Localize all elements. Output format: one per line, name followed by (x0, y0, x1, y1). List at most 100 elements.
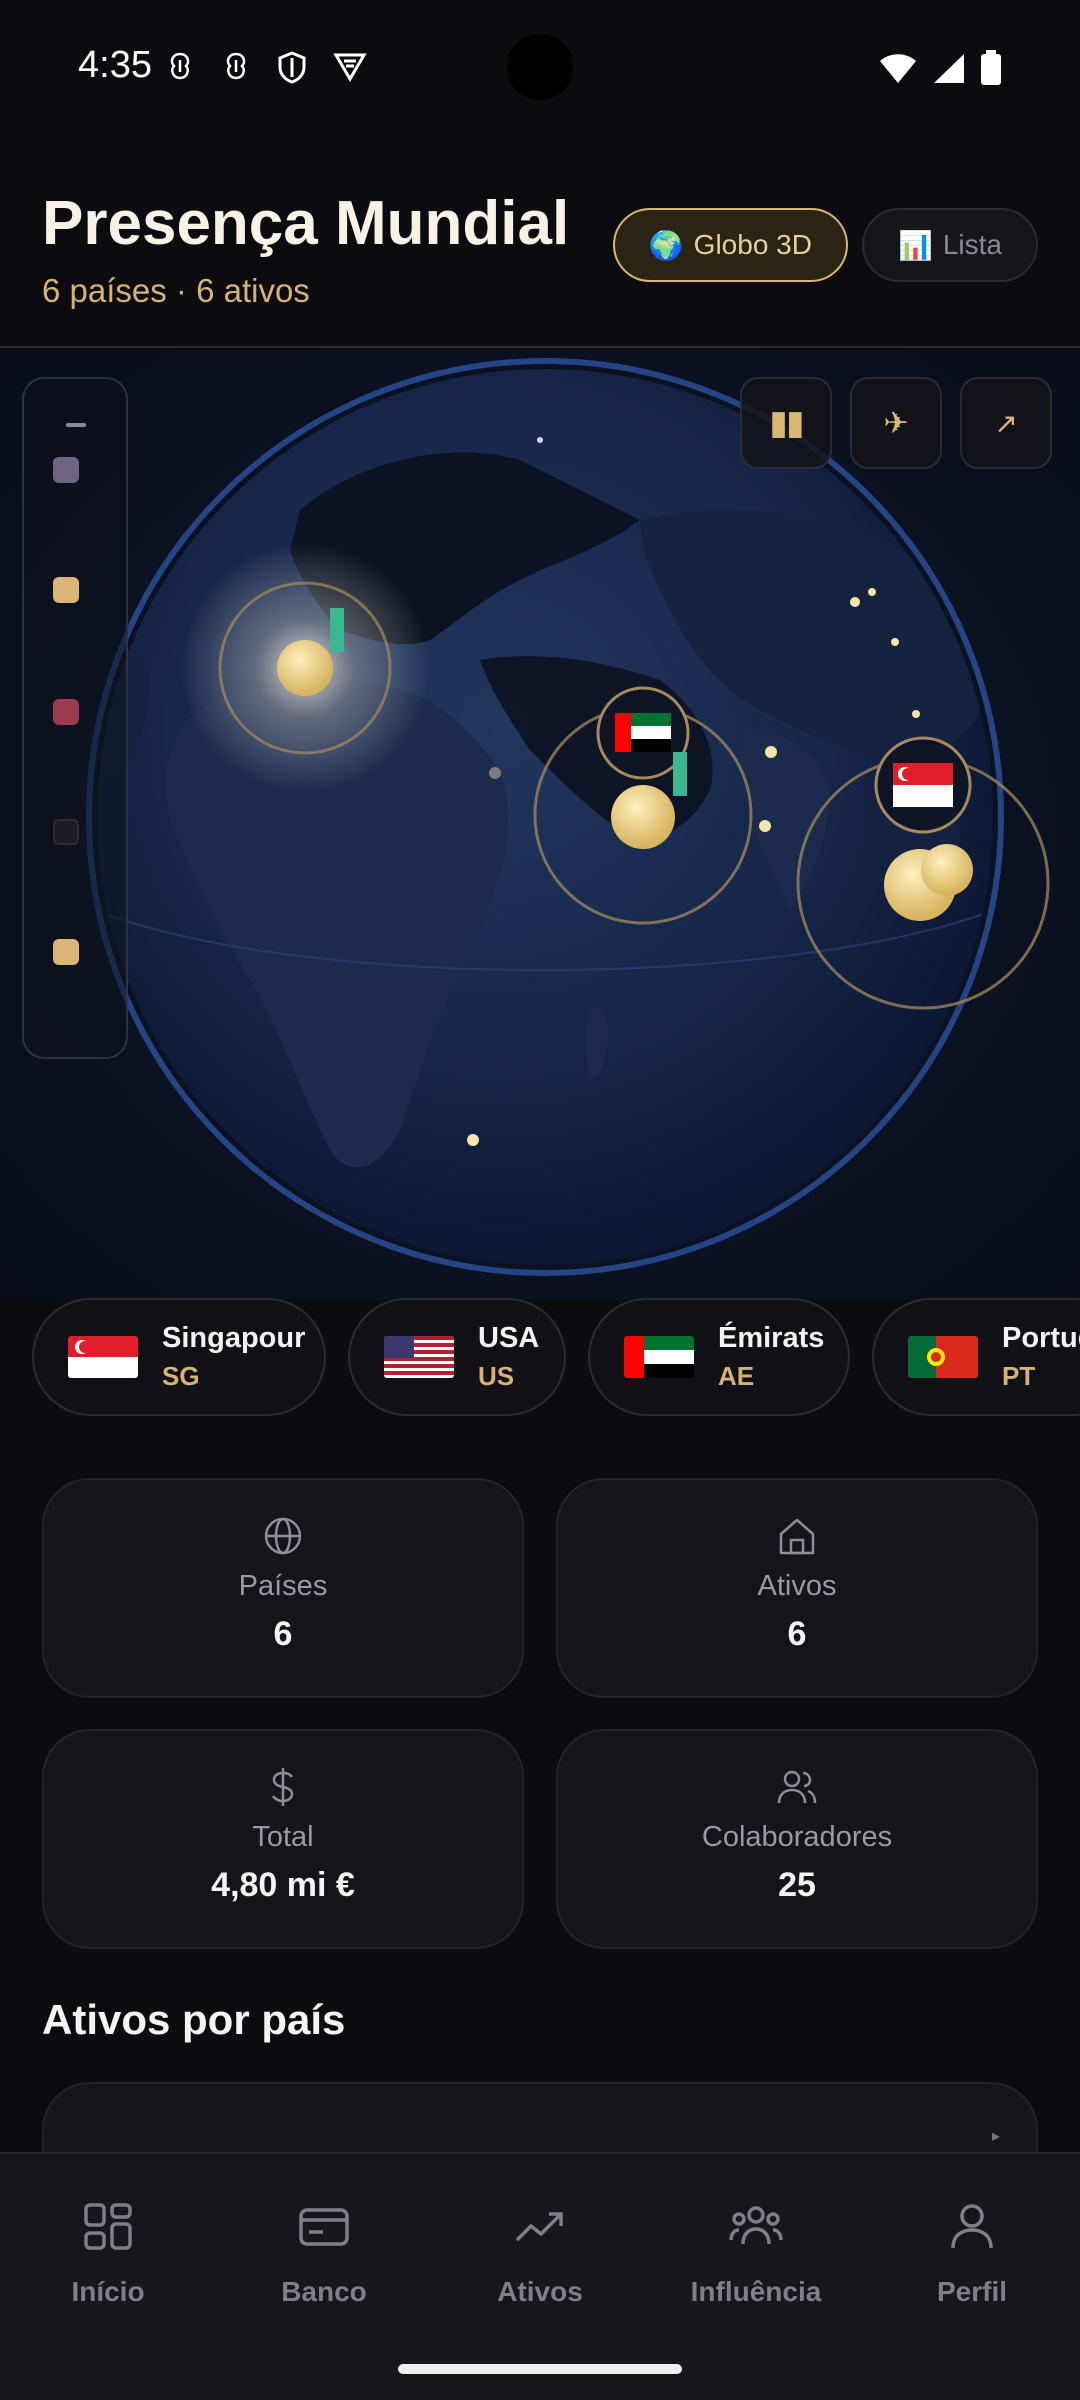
wifi-icon (878, 52, 918, 89)
country-chip-sg[interactable]: Singapour SG (32, 1298, 326, 1416)
people-icon (729, 2206, 783, 2245)
chip-country-code: AE (718, 1361, 755, 1391)
flights-button[interactable]: ✈ (850, 377, 942, 469)
country-chip-pt[interactable]: Portugal PT (872, 1298, 1080, 1416)
city-light (891, 638, 899, 646)
country-chip-ae[interactable]: Émirats AE (588, 1298, 850, 1416)
battery-icon (980, 50, 1002, 91)
ae-flag-icon (624, 1336, 694, 1378)
dollar-icon (271, 1768, 294, 1806)
country-chip-us[interactable]: USA US (348, 1298, 566, 1416)
city-light (850, 597, 860, 607)
marker-bar (330, 608, 344, 652)
plane-icon: ✈ (883, 406, 909, 440)
marker-ball (611, 785, 675, 849)
stat-card-total[interactable]: Total 4,80 mi € (42, 1729, 524, 1949)
nav-item-banco[interactable]: Banco (224, 2200, 424, 2308)
stat-card-assets[interactable]: Ativos 6 (556, 1478, 1038, 1698)
pause-icon: ▮▮ (769, 404, 804, 442)
globe-view[interactable]: ▮▮ ✈ ↗ (0, 350, 1080, 1300)
list-button[interactable]: 📊 Lista (861, 208, 1038, 282)
marker-portugal[interactable] (180, 543, 430, 793)
city-light (537, 437, 543, 443)
list-label: Lista (942, 229, 1002, 260)
status-system-icons (878, 50, 1002, 91)
home-indicator[interactable] (398, 2364, 682, 2374)
city-light (759, 820, 771, 832)
bar-chart-icon: 📊 (897, 229, 933, 261)
nav-item-ativos[interactable]: Ativos (440, 2200, 640, 2308)
legend-panel[interactable] (22, 377, 128, 1059)
stat-value: 25 (778, 1866, 816, 1904)
legend-color-swatch[interactable] (53, 577, 79, 603)
users-icon (777, 1770, 817, 1804)
stat-value: 6 (273, 1615, 293, 1653)
chip-country-name: USA (478, 1322, 540, 1354)
bottom-nav: Início Banco Ativos Influência Perfil (0, 2152, 1080, 2400)
city-light (489, 767, 501, 779)
expand-button[interactable]: ↗ (960, 377, 1052, 469)
city-light (912, 710, 920, 718)
nav-label: Início (71, 2276, 145, 2307)
us-flag-icon (384, 1336, 454, 1378)
nav-label: Banco (281, 2276, 367, 2307)
stat-card-countries[interactable]: Países 6 (42, 1478, 524, 1698)
legend-color-swatch[interactable] (53, 939, 79, 965)
marker-bar (673, 752, 687, 796)
vpn-icon (333, 50, 367, 82)
pause-button[interactable]: ▮▮ (740, 377, 832, 469)
stat-label: Ativos (757, 1570, 837, 1602)
camera-cutout (507, 34, 573, 100)
pt-flag-icon (908, 1336, 978, 1378)
globe-3d-label: Globo 3D (693, 229, 812, 260)
city-light (765, 746, 777, 758)
chip-country-name: Émirats (718, 1322, 825, 1354)
expand-icon: ↗ (994, 407, 1018, 439)
country-chip-row[interactable]: Singapour SG USA US Émirats AE Portu PT (32, 1298, 1080, 1416)
notification-icon (221, 50, 251, 82)
marker-ball (277, 640, 333, 696)
chip-country-code: US (478, 1361, 515, 1391)
stat-label: Total (252, 1821, 314, 1853)
stat-value: 6 (787, 1615, 807, 1653)
stat-card-collaborators[interactable]: Colaboradores 25 (556, 1729, 1038, 1949)
nav-item-perfil[interactable]: Perfil (872, 2200, 1072, 2308)
nav-item-influencia[interactable]: Influência (656, 2200, 856, 2308)
nav-label: Ativos (497, 2276, 583, 2307)
status-bar: 4:35 (0, 0, 1080, 130)
stat-value: 4,80 mi € (211, 1866, 355, 1904)
header-divider (0, 346, 1080, 348)
legend-collapse-handle[interactable] (66, 423, 86, 427)
expand-arrow-icon: ▸ (991, 2128, 1000, 2145)
globe-3d-button[interactable]: 🌍 Globo 3D (612, 208, 848, 282)
marker-ball (921, 844, 973, 896)
shield-icon (277, 50, 307, 84)
nav-label: Perfil (936, 2276, 1008, 2307)
chip-country-name: Portugal (1002, 1322, 1080, 1354)
legend-color-swatch[interactable] (53, 819, 79, 845)
profile-icon (951, 2204, 993, 2249)
city-light (868, 588, 876, 596)
page-subtitle: 6 países · 6 ativos (42, 272, 310, 309)
page-title: Presença Mundial (42, 189, 570, 258)
chip-country-code: SG (162, 1361, 200, 1391)
grid-icon (84, 2203, 132, 2250)
legend-color-swatch[interactable] (53, 457, 79, 483)
sg-flag-icon (893, 763, 953, 807)
legend-color-swatch[interactable] (53, 699, 79, 725)
sg-flag-icon (68, 1336, 138, 1378)
ae-flag-icon (615, 713, 671, 752)
globe-canvas[interactable] (0, 350, 1080, 1300)
stat-label: Colaboradores (701, 1821, 893, 1853)
earth-icon: 🌍 (648, 229, 684, 261)
city-light (467, 1134, 479, 1146)
card-icon (299, 2208, 349, 2246)
nav-label: Influência (690, 2276, 822, 2307)
chip-country-code: PT (1002, 1361, 1036, 1391)
notification-icon (165, 50, 195, 82)
nav-item-inicio[interactable]: Início (8, 2200, 208, 2308)
trend-icon (515, 2212, 563, 2242)
building-icon (779, 1518, 815, 1555)
signal-icon (932, 52, 966, 89)
chip-country-name: Singapour (162, 1322, 306, 1354)
